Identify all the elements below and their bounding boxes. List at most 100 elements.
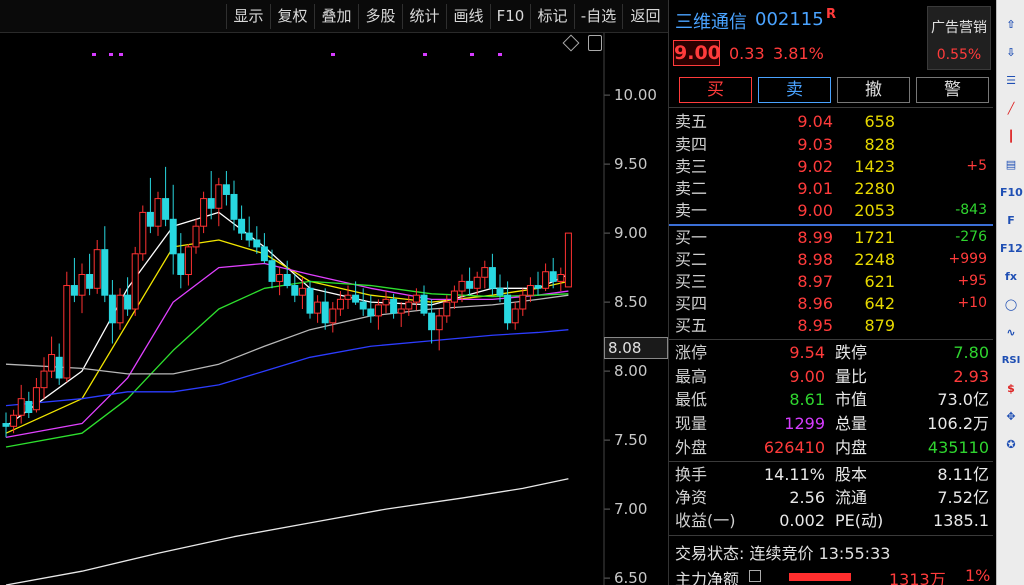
candle-body[interactable] [367, 308, 375, 317]
draw-line-button[interactable]: 画线 [446, 4, 490, 29]
candle-body[interactable] [260, 246, 268, 262]
candle-body[interactable] [86, 274, 94, 289]
candle-body[interactable] [359, 301, 367, 310]
bid-row-2[interactable]: 买二 8.98 2248 +999 [669, 248, 993, 271]
candle-body[interactable] [162, 198, 170, 220]
candle-body[interactable] [63, 285, 71, 379]
candle-body[interactable] [291, 285, 299, 296]
candle-body[interactable] [488, 267, 496, 289]
statistics-button[interactable]: 统计 [402, 4, 446, 29]
sector-box[interactable]: 广告营销 0.55% [927, 6, 991, 70]
buy-button[interactable]: 买 [679, 77, 752, 103]
event-marker[interactable] [423, 53, 427, 56]
function-icon[interactable]: F [1000, 210, 1022, 232]
overlay-button[interactable]: 叠加 [314, 4, 358, 29]
fx-icon[interactable]: fx [1000, 266, 1022, 288]
bid-row-5[interactable]: 买五 8.95 879 [669, 314, 993, 337]
event-marker[interactable] [331, 53, 335, 56]
grid-list-icon[interactable]: ☰ [1000, 70, 1022, 92]
grid-icon[interactable] [749, 570, 761, 582]
candle-body[interactable] [443, 301, 451, 317]
move-icon[interactable]: ✥ [1000, 406, 1022, 428]
candle-body[interactable] [245, 232, 253, 241]
candle-body[interactable] [177, 253, 185, 276]
candle-body[interactable] [382, 298, 390, 306]
candle-body[interactable] [352, 294, 360, 303]
display-button[interactable]: 显示 [226, 4, 270, 29]
f10-icon[interactable]: F10 [1000, 182, 1023, 204]
circle-icon[interactable]: ◯ [1000, 294, 1022, 316]
candle-body[interactable] [131, 253, 139, 310]
candle-body[interactable] [93, 249, 101, 289]
candle-body[interactable] [207, 198, 215, 209]
candle-body[interactable] [542, 271, 550, 289]
panel-toggle-icon[interactable] [588, 35, 602, 51]
bid-row-4[interactable]: 买四 8.96 642 +10 [669, 292, 993, 315]
candle-body[interactable] [511, 308, 519, 324]
back-button[interactable]: 返回 [622, 4, 668, 29]
candle-body[interactable] [238, 218, 246, 234]
wave-icon[interactable]: ∿ [1000, 322, 1022, 344]
candle-body[interactable] [101, 249, 109, 296]
candle-body[interactable] [336, 298, 344, 310]
candle-body[interactable] [344, 294, 352, 300]
candle-body[interactable] [534, 285, 542, 289]
event-marker[interactable] [119, 53, 123, 56]
kline-chart[interactable]: 10.00 9.50 9.00 8.50 8.00 7.50 7.00 6.50 8.08 [0, 33, 668, 585]
candle-body[interactable] [306, 287, 314, 314]
candle-body[interactable] [549, 271, 557, 282]
ask-row-3[interactable]: 卖三 9.02 1423 +5 [669, 155, 993, 178]
candle-body[interactable] [32, 387, 40, 411]
candle-body[interactable] [116, 294, 124, 324]
candle-body[interactable] [2, 423, 10, 427]
candle-body[interactable] [154, 198, 162, 227]
candle-body[interactable] [215, 184, 223, 209]
candle-icon[interactable]: ┃ [1000, 126, 1022, 148]
candle-body[interactable] [473, 276, 481, 289]
candle-body[interactable] [519, 294, 527, 310]
cancel-order-button[interactable]: 撤 [837, 77, 910, 103]
candle-body[interactable] [481, 267, 489, 278]
ask-row-2[interactable]: 卖二 9.01 2280 [669, 177, 993, 200]
line-chart-icon[interactable]: ╱ [1000, 98, 1022, 120]
event-marker[interactable] [92, 53, 96, 56]
candle-body[interactable] [329, 308, 337, 324]
candle-body[interactable] [412, 294, 420, 303]
ask-row-4[interactable]: 卖四 9.03 828 [669, 133, 993, 156]
candle-body[interactable] [139, 211, 147, 255]
candle-body[interactable] [124, 294, 132, 310]
candle-body[interactable] [466, 280, 474, 289]
candle-body[interactable] [321, 301, 329, 324]
ask-row-1[interactable]: 卖一 9.00 2053 -843 [669, 199, 993, 222]
candle-body[interactable] [17, 398, 25, 416]
candle-body[interactable] [268, 260, 276, 282]
candle-body[interactable] [200, 198, 208, 227]
candle-body[interactable] [184, 246, 192, 275]
candle-body[interactable] [222, 184, 230, 195]
dollar-icon[interactable]: $ [1000, 378, 1022, 400]
candle-body[interactable] [374, 304, 382, 317]
candle-body[interactable] [564, 232, 572, 288]
candle-body[interactable] [40, 370, 48, 389]
candle-body[interactable] [397, 308, 405, 314]
candle-body[interactable] [458, 280, 466, 292]
mark-button[interactable]: 标记 [530, 4, 574, 29]
alert-button[interactable]: 警 [916, 77, 989, 103]
candle-body[interactable] [55, 356, 63, 379]
candle-body[interactable] [314, 301, 322, 314]
candle-body[interactable] [557, 274, 565, 282]
adjust-button[interactable]: 复权 [270, 4, 314, 29]
gear-icon[interactable]: ✪ [1000, 434, 1022, 456]
event-marker[interactable] [109, 53, 113, 56]
remove-watchlist-button[interactable]: -自选 [574, 4, 622, 29]
candle-body[interactable] [25, 400, 33, 413]
rsi-icon[interactable]: RSI [1000, 350, 1022, 372]
candle-body[interactable] [276, 274, 284, 282]
candle-body[interactable] [146, 211, 154, 227]
candle-body[interactable] [108, 294, 116, 324]
candle-body[interactable] [428, 312, 436, 331]
candle-body[interactable] [70, 285, 78, 296]
arrow-down-icon[interactable]: ⇩ [1000, 42, 1022, 64]
candle-body[interactable] [298, 287, 306, 296]
candle-body[interactable] [253, 239, 261, 248]
